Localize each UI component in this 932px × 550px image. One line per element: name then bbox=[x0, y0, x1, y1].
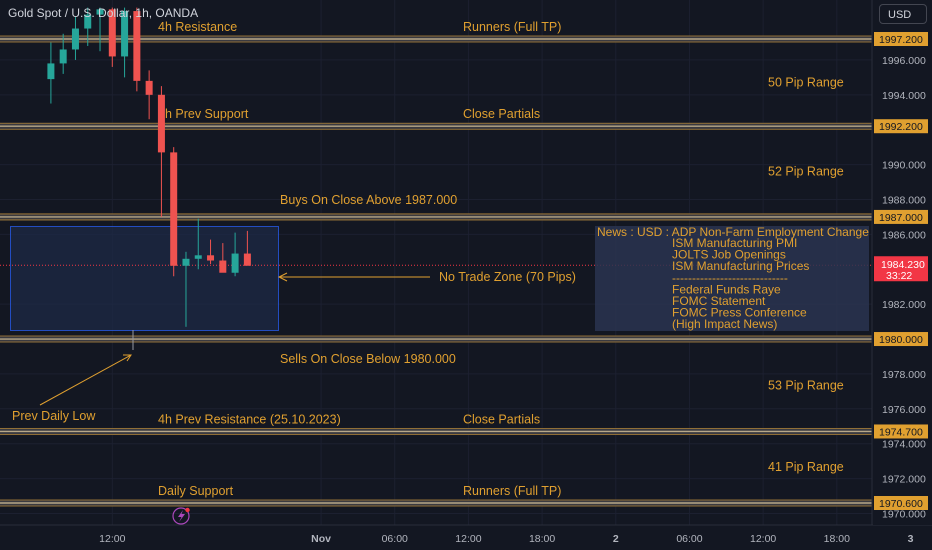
prev-daily-low-label: Prev Daily Low bbox=[12, 409, 96, 423]
level-price-tag-text: 1992.200 bbox=[879, 121, 923, 133]
price-chart[interactable]: 4h Resistance Runners (Full TP) 1h Prev Su… bbox=[0, 0, 932, 550]
time-tick: 12:00 bbox=[99, 533, 125, 545]
no-trade-label: No Trade Zone (70 Pips) bbox=[439, 270, 576, 284]
candle-up bbox=[231, 253, 239, 273]
symbol-title[interactable]: Gold Spot / U.S. Dollar, 1h, OANDA bbox=[8, 6, 198, 20]
time-axis-bg bbox=[0, 526, 872, 550]
candle-down bbox=[207, 255, 215, 261]
level-right-label: Close Partials bbox=[463, 107, 540, 121]
time-tick: 06:00 bbox=[676, 533, 702, 545]
price-tick: 1982.000 bbox=[882, 299, 926, 311]
level-left-label: 4h Prev Resistance (25.10.2023) bbox=[158, 412, 341, 426]
time-axis[interactable]: 12:00 Nov 06:00 12:00 18:00 2 06:00 12:00 18:00 3… bbox=[0, 526, 932, 550]
price-tick: 1986.000 bbox=[882, 229, 926, 241]
level-price-tag-text: 1997.200 bbox=[879, 34, 923, 46]
time-tick: 06:00 bbox=[382, 533, 408, 545]
level-left-label: 4h Resistance bbox=[158, 20, 237, 34]
level-right-label: Close Partials bbox=[463, 412, 540, 426]
level-price-tag-text: 1970.600 bbox=[879, 498, 923, 510]
time-tick: 18:00 bbox=[529, 533, 555, 545]
candle-down bbox=[170, 152, 178, 266]
level-price-tag-text: 1974.700 bbox=[879, 426, 923, 438]
time-tick: 12:00 bbox=[750, 533, 776, 545]
price-tick: 1990.000 bbox=[882, 160, 926, 172]
candle-down bbox=[157, 94, 165, 153]
no-trade-zone-box bbox=[10, 226, 279, 331]
candle-up bbox=[194, 255, 202, 259]
pip-range-label: 53 Pip Range bbox=[768, 378, 844, 392]
price-tick: 1996.000 bbox=[882, 55, 926, 67]
price-tick: 1988.000 bbox=[882, 194, 926, 206]
countdown-text: 33:22 bbox=[886, 270, 912, 282]
price-tick: 1978.000 bbox=[882, 369, 926, 381]
pip-range-label: 41 Pip Range bbox=[768, 460, 844, 474]
time-tick: 18:00 bbox=[824, 533, 850, 545]
candle-up bbox=[71, 28, 79, 50]
level-right-label: Runners (Full TP) bbox=[463, 484, 561, 498]
candle-up bbox=[47, 63, 55, 80]
candle-up bbox=[182, 258, 190, 266]
price-axis[interactable]: 1996.000 1994.000 1990.000 1988.000 1986.000… bbox=[873, 0, 932, 525]
level-right-label: Runners (Full TP) bbox=[463, 20, 561, 34]
candle-down bbox=[243, 253, 251, 266]
time-tick: 12:00 bbox=[455, 533, 481, 545]
price-tick: 1974.000 bbox=[882, 439, 926, 451]
news-item: (High Impact News) bbox=[672, 317, 777, 331]
candle-up bbox=[59, 49, 67, 64]
candle-down bbox=[145, 80, 153, 95]
candle-down bbox=[133, 11, 141, 81]
price-tick: 1970.000 bbox=[882, 508, 926, 520]
price-tick: 1972.000 bbox=[882, 474, 926, 486]
price-tick: 1976.000 bbox=[882, 404, 926, 416]
price-tick: 1994.000 bbox=[882, 90, 926, 102]
news-panel: News : USD : ADP Non-Farm Employment Cha… bbox=[595, 225, 869, 331]
level-price-tag-text: 1987.000 bbox=[879, 212, 923, 224]
currency-selector[interactable]: USD bbox=[879, 4, 927, 24]
pip-range-label: 50 Pip Range bbox=[768, 76, 844, 90]
buys-annotation: Buys On Close Above 1987.000 bbox=[280, 193, 457, 207]
time-tick: Nov bbox=[311, 533, 331, 545]
sells-annotation: Sells On Close Below 1980.000 bbox=[280, 352, 456, 366]
time-tick: 3 bbox=[908, 533, 914, 545]
level-left-label: Daily Support bbox=[158, 484, 234, 498]
time-tick: 2 bbox=[613, 533, 619, 545]
pip-range-label: 52 Pip Range bbox=[768, 165, 844, 179]
level-left-label: 1h Prev Support bbox=[158, 107, 249, 121]
level-price-tag-text: 1980.000 bbox=[879, 334, 923, 346]
candle-down bbox=[219, 260, 227, 273]
